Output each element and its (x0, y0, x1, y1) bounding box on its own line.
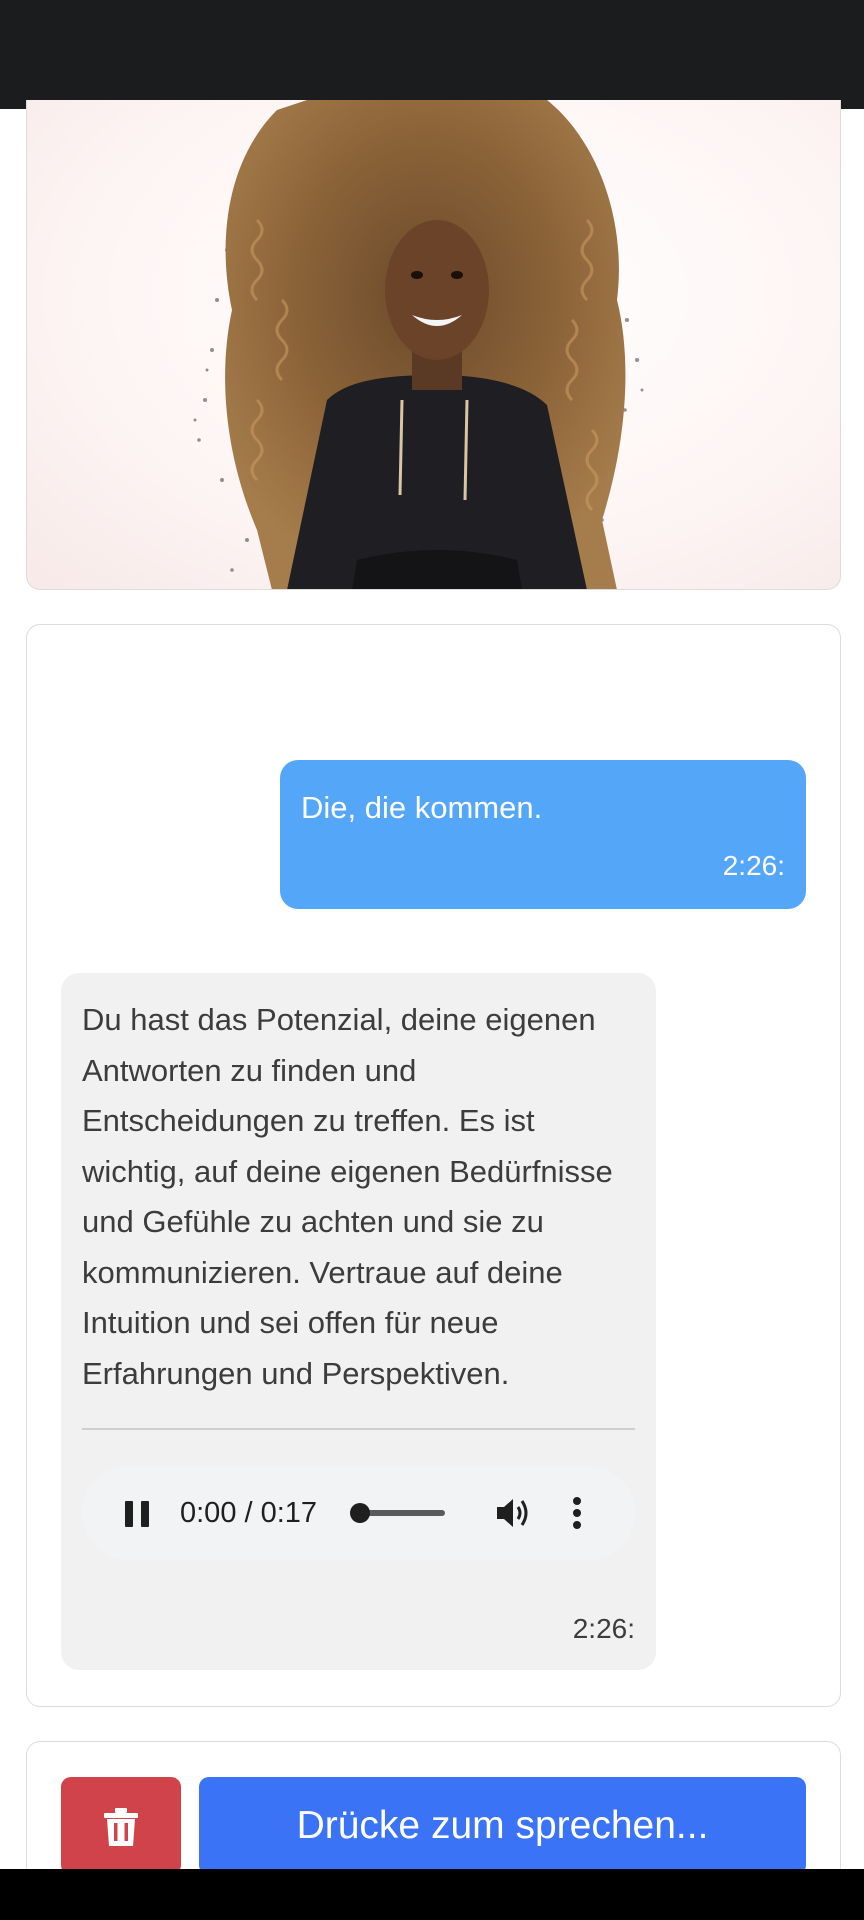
bot-message-time: 2:26: (572, 1613, 635, 1644)
message-divider (82, 1428, 635, 1430)
navigation-bar (0, 1869, 864, 1920)
avatar-image (193, 100, 644, 589)
push-to-talk-button[interactable]: Drücke zum sprechen... (199, 1777, 806, 1875)
bot-message-bubble: Du hast das Potenzial, deine eigenen Ant… (61, 973, 656, 1670)
user-message-text: Die, die kommen. (301, 790, 543, 825)
avatar-image-card (26, 100, 841, 590)
bot-message-text: Du hast das Potenzial, deine eigenen Ant… (82, 1002, 613, 1391)
audio-player[interactable]: 0:00 / 0:17 (82, 1466, 635, 1560)
trash-icon (104, 1808, 138, 1846)
delete-button[interactable] (61, 1777, 181, 1875)
audio-seek-knob[interactable] (350, 1503, 370, 1523)
pause-icon[interactable] (125, 1501, 151, 1527)
audio-time-display: 0:00 / 0:17 (180, 1497, 318, 1529)
status-bar (0, 0, 864, 109)
audio-seek-bar[interactable] (350, 1503, 445, 1523)
more-vert-icon[interactable] (572, 1496, 582, 1530)
user-message-time: 2:26: (722, 850, 785, 881)
user-message-bubble: Die, die kommen. 2:26: (280, 760, 806, 909)
volume-icon[interactable] (495, 1496, 531, 1530)
